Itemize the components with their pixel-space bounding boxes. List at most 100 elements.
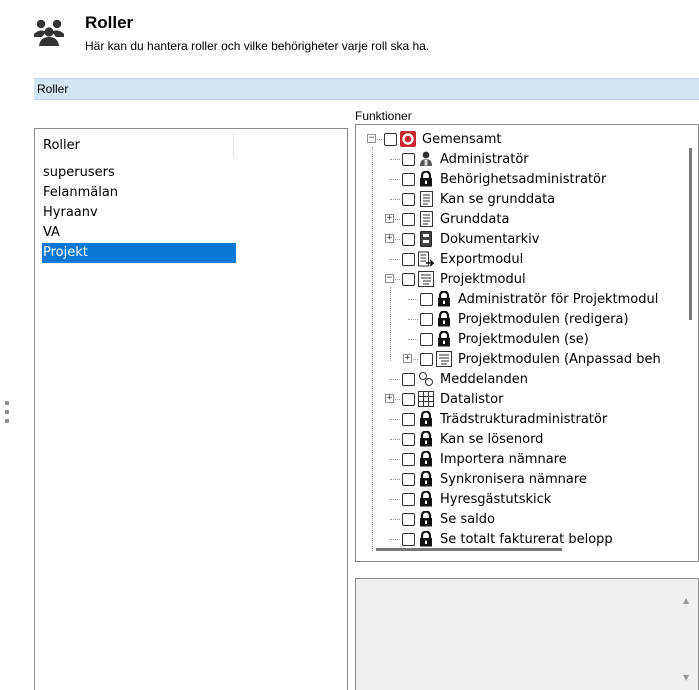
role-item-superusers[interactable]: superusers bbox=[42, 163, 236, 183]
lock-icon bbox=[436, 331, 452, 347]
tree-connector-line bbox=[390, 259, 400, 260]
tree-node[interactable]: Kan se lösenord bbox=[402, 429, 543, 449]
tree-node-checkbox[interactable] bbox=[402, 392, 415, 406]
tree-node[interactable]: Gemensamt bbox=[384, 129, 501, 149]
tree-node-label: Trädstrukturadministratör bbox=[440, 411, 608, 427]
lock-icon bbox=[418, 511, 434, 527]
tree-node-checkbox[interactable] bbox=[420, 332, 433, 346]
expand-icon[interactable]: + bbox=[385, 234, 394, 243]
tree-node[interactable]: Projektmodulen (redigera) bbox=[420, 309, 629, 329]
tree-node-label: Projektmodul bbox=[440, 271, 526, 287]
document-icon bbox=[418, 211, 434, 227]
tree-node[interactable]: Administratör för Projektmodul bbox=[420, 289, 658, 309]
scroll-down-arrow-icon[interactable]: ▼ bbox=[683, 673, 689, 682]
tree-horizontal-scrollbar[interactable] bbox=[376, 548, 562, 551]
tree-node-checkbox[interactable] bbox=[420, 292, 433, 306]
tree-node[interactable]: Behörighetsadministratör bbox=[402, 169, 606, 189]
tree-node[interactable]: Exportmodul bbox=[402, 249, 523, 269]
tree-node-checkbox[interactable] bbox=[420, 352, 433, 366]
export-icon bbox=[418, 251, 434, 267]
tree-connector-line bbox=[408, 299, 418, 300]
tree-connector-line bbox=[408, 339, 418, 340]
tree-connector-line bbox=[390, 419, 400, 420]
tree-node[interactable]: Kan se grunddata bbox=[402, 189, 555, 209]
tree-vertical-scrollbar[interactable] bbox=[689, 148, 692, 320]
tree-node[interactable]: Projektmodulen (Anpassad beh bbox=[420, 349, 661, 369]
tree-node-label: Dokumentarkiv bbox=[440, 231, 540, 247]
lock-icon bbox=[418, 491, 434, 507]
expand-icon[interactable]: + bbox=[385, 214, 394, 223]
expand-icon[interactable]: + bbox=[403, 354, 412, 363]
tree-node-checkbox[interactable] bbox=[402, 232, 415, 246]
scroll-up-arrow-icon[interactable]: ▲ bbox=[683, 596, 689, 605]
lock-icon bbox=[418, 411, 434, 427]
tree-node-label: Kan se lösenord bbox=[440, 431, 544, 447]
role-item-va[interactable]: VA bbox=[42, 223, 236, 243]
column-divider bbox=[233, 133, 234, 157]
tree-node-label: Se totalt fakturerat belopp bbox=[440, 531, 613, 547]
page-title: Roller bbox=[85, 13, 134, 32]
tree-node[interactable]: Se saldo bbox=[402, 509, 495, 529]
tree-node-checkbox[interactable] bbox=[402, 432, 415, 446]
tree-node-checkbox[interactable] bbox=[402, 472, 415, 486]
splitter-grip-dot[interactable] bbox=[5, 419, 9, 423]
grid-icon bbox=[418, 391, 434, 407]
tree-node-checkbox[interactable] bbox=[402, 152, 415, 166]
details-panel bbox=[355, 578, 699, 690]
tree-node-checkbox[interactable] bbox=[402, 452, 415, 466]
admin-person-icon bbox=[418, 151, 434, 167]
tree-node[interactable]: Synkronisera nämnare bbox=[402, 469, 587, 489]
role-item-projekt[interactable]: Projekt bbox=[42, 243, 236, 263]
tree-node[interactable]: Dokumentarkiv bbox=[402, 229, 539, 249]
tree-node-checkbox[interactable] bbox=[402, 532, 415, 546]
tree-node-checkbox[interactable] bbox=[402, 192, 415, 206]
tree-node-checkbox[interactable] bbox=[402, 372, 415, 386]
page-description: Här kan du hantera roller och vilke behö… bbox=[85, 39, 430, 53]
tree-node-checkbox[interactable] bbox=[402, 212, 415, 226]
list-icon bbox=[436, 351, 452, 367]
tree-node-checkbox[interactable] bbox=[384, 132, 397, 146]
tree-node[interactable]: Grunddata bbox=[402, 209, 509, 229]
tree-connector-line bbox=[408, 319, 418, 320]
roles-list: superusers Felanmälan Hyraanv VA Projekt bbox=[42, 163, 236, 263]
tree-node-label: Administratör för Projektmodul bbox=[458, 291, 659, 307]
tree-connector-line bbox=[390, 379, 400, 380]
tree-node-label: Datalistor bbox=[440, 391, 504, 407]
roles-list-panel: Roller superusers Felanmälan Hyraanv VA … bbox=[34, 128, 348, 690]
tree-node[interactable]: Importera nämnare bbox=[402, 449, 567, 469]
tree-node[interactable]: Se totalt fakturerat belopp bbox=[402, 529, 613, 549]
collapse-icon[interactable]: − bbox=[367, 134, 376, 143]
tree-node-checkbox[interactable] bbox=[402, 512, 415, 526]
lock-icon bbox=[418, 531, 434, 547]
role-item-hyraanv[interactable]: Hyraanv bbox=[42, 203, 236, 223]
tree-node-label: Hyresgästutskick bbox=[440, 491, 552, 507]
tree-node[interactable]: Projektmodul bbox=[402, 269, 526, 289]
tree-node[interactable]: Administratör bbox=[402, 149, 529, 169]
tree-node[interactable]: Projektmodulen (se) bbox=[420, 329, 589, 349]
tree-node-checkbox[interactable] bbox=[420, 312, 433, 326]
splitter-grip-dot[interactable] bbox=[5, 410, 9, 414]
tree-node-checkbox[interactable] bbox=[402, 252, 415, 266]
tree-node[interactable]: Meddelanden bbox=[402, 369, 528, 389]
tree-node-label: Synkronisera nämnare bbox=[440, 471, 587, 487]
tree-node-label: Se saldo bbox=[440, 511, 495, 527]
tree-node[interactable]: Trädstrukturadministratör bbox=[402, 409, 607, 429]
expand-icon[interactable]: + bbox=[385, 394, 394, 403]
tree-connector-line bbox=[390, 179, 400, 180]
archive-icon bbox=[418, 231, 434, 247]
tree-node-checkbox[interactable] bbox=[402, 492, 415, 506]
role-item-felanmalan[interactable]: Felanmälan bbox=[42, 183, 236, 203]
tree-connector-line bbox=[390, 199, 400, 200]
tree-node-label: Meddelanden bbox=[440, 371, 529, 387]
tree-connector-line bbox=[372, 147, 373, 551]
section-label: Roller bbox=[37, 82, 69, 96]
roles-column-header: Roller bbox=[43, 138, 80, 153]
tree-node-checkbox[interactable] bbox=[402, 412, 415, 426]
tree-node-checkbox[interactable] bbox=[402, 272, 415, 286]
tree-node-label: Behörighetsadministratör bbox=[440, 171, 607, 187]
tree-node[interactable]: Datalistor bbox=[402, 389, 503, 409]
collapse-icon[interactable]: − bbox=[385, 274, 394, 283]
tree-node[interactable]: Hyresgästutskick bbox=[402, 489, 551, 509]
tree-node-checkbox[interactable] bbox=[402, 172, 415, 186]
splitter-grip-dot[interactable] bbox=[5, 401, 9, 405]
